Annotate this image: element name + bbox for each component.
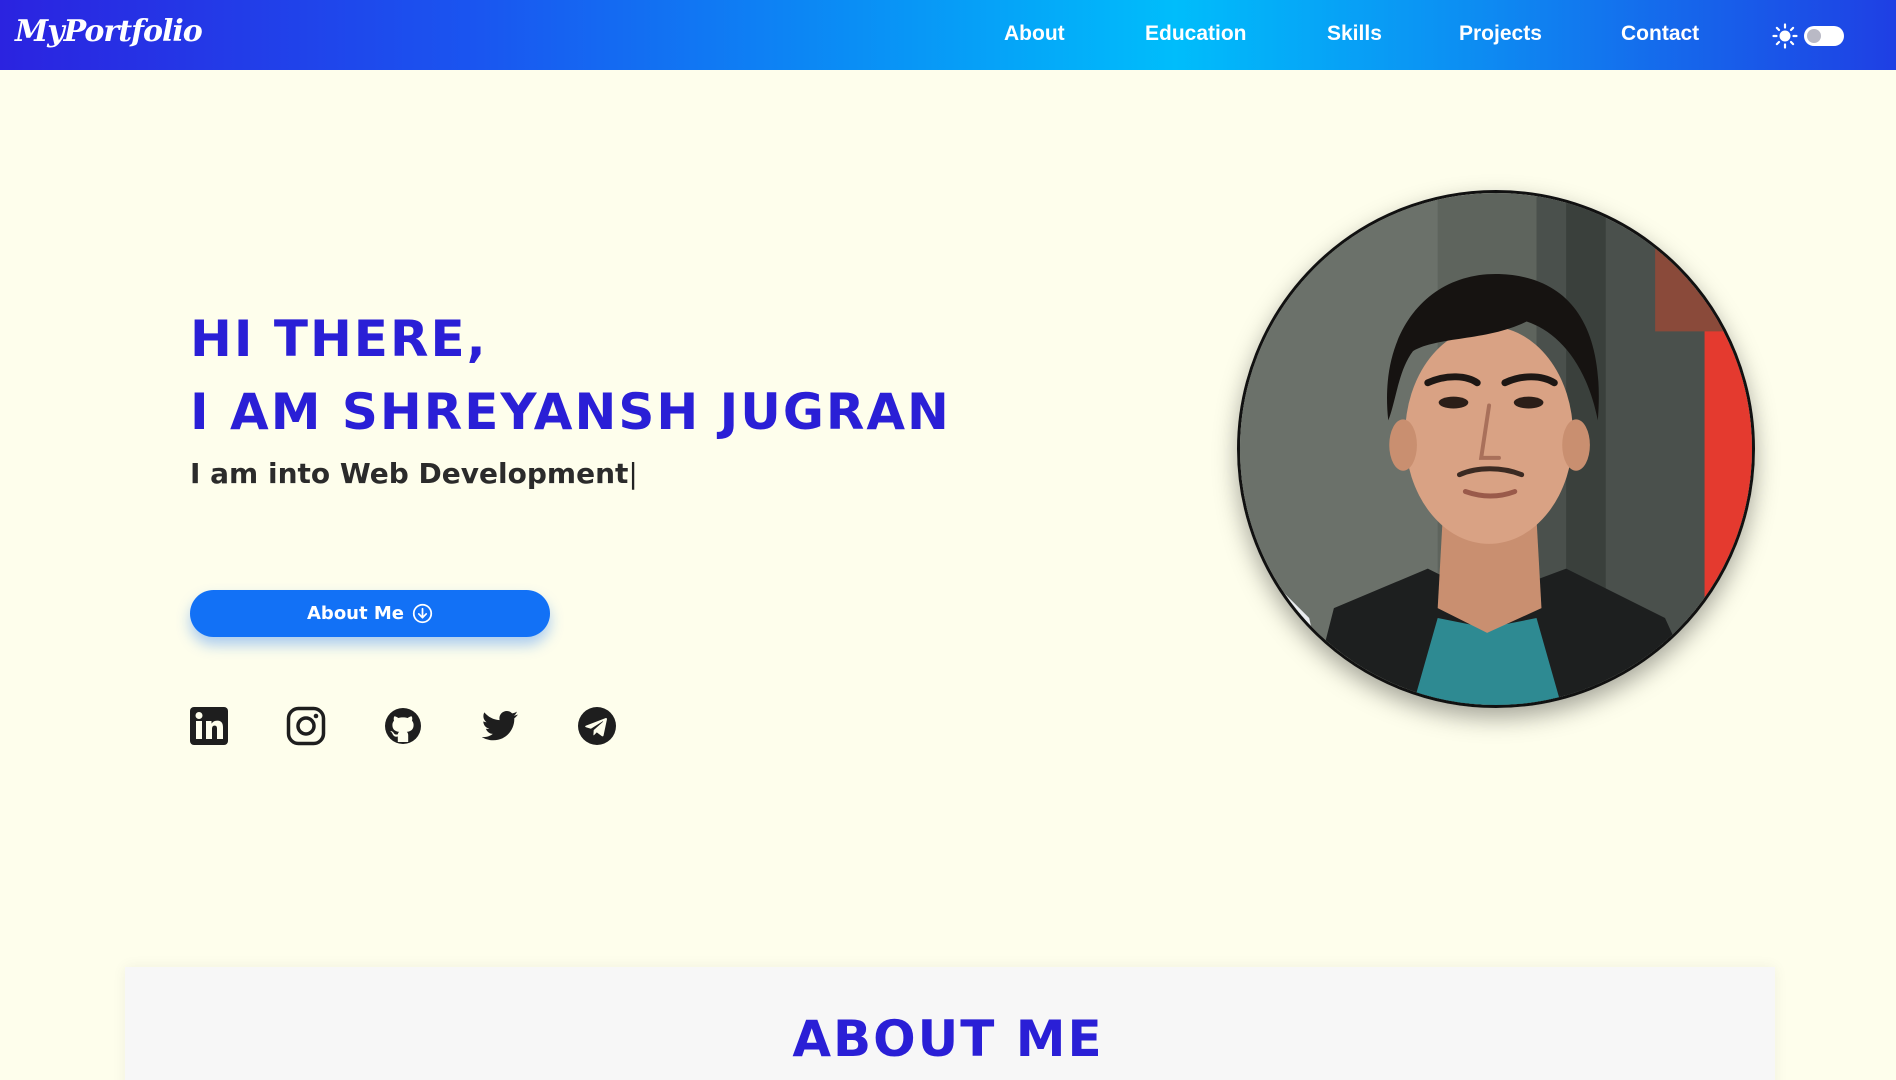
navbar: MyPortfolio About Education Skills Proje… [0,0,1896,70]
sun-icon [1772,23,1798,49]
typing-cursor: | [628,457,638,490]
nav-menu: About Education Skills Projects Contact [0,0,1896,70]
typed-text: I am into Web Development [190,457,629,490]
arrow-down-circle-icon [412,603,433,624]
nav-link-education[interactable]: Education [1145,22,1247,46]
telegram-icon [578,707,616,745]
about-title: ABOUT ME [792,1010,1104,1068]
about-me-button-label: About Me [307,603,404,624]
instagram-link[interactable] [286,706,326,746]
theme-toggle[interactable] [1772,23,1846,49]
about-me-button[interactable]: About Me [190,590,550,637]
profile-photo [1237,190,1755,708]
hero-name: I AM SHREYANSH JUGRAN [190,383,951,441]
linkedin-link[interactable] [189,706,229,746]
profile-photo-illustration [1240,193,1752,705]
twitter-icon [481,711,518,741]
nav-link-skills[interactable]: Skills [1327,22,1382,46]
github-link[interactable] [383,706,423,746]
twitter-link[interactable] [480,706,520,746]
nav-link-about[interactable]: About [1004,22,1065,46]
nav-link-projects[interactable]: Projects [1459,22,1542,46]
instagram-icon [286,706,326,746]
github-icon [385,708,421,744]
hero-greeting: HI THERE, [190,310,488,368]
linkedin-icon [190,707,228,745]
typed-subtitle: I am into Web Development| [190,457,638,490]
toggle-knob [1807,29,1821,43]
nav-link-contact[interactable]: Contact [1621,22,1699,46]
telegram-link[interactable] [577,706,617,746]
toggle-track[interactable] [1804,26,1844,46]
